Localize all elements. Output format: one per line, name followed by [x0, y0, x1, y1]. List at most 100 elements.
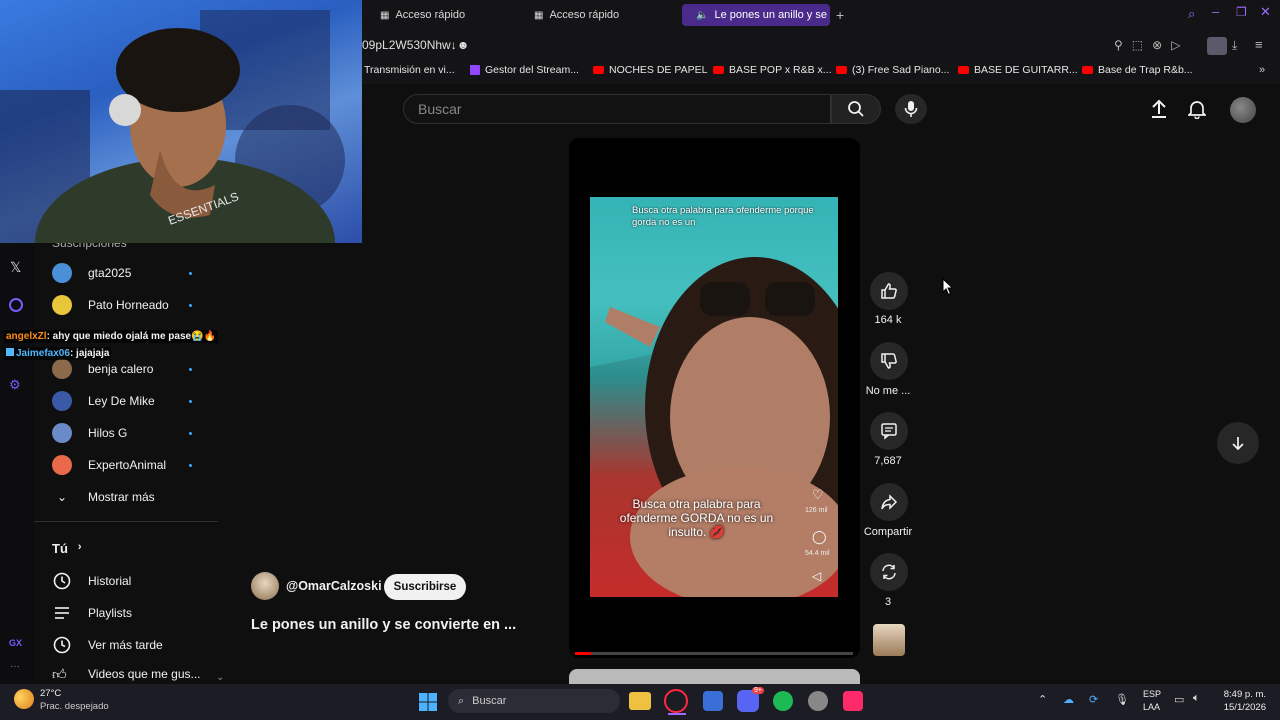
chat-username: Jaimefax06: [16, 348, 70, 359]
microphone-icon: [904, 101, 918, 117]
network-icon[interactable]: ▭: [1174, 693, 1184, 706]
clock-icon: [53, 636, 71, 654]
volume-icon[interactable]: 🔈︎: [1193, 692, 1200, 705]
sidebar-item-pato-horneado[interactable]: Pato Horneado: [52, 292, 169, 318]
cloud-icon[interactable]: ☁: [1063, 693, 1074, 706]
sidebar-item-liked-videos[interactable]: 👍︎ Videos que me gus...: [52, 664, 201, 684]
file-explorer-icon[interactable]: [629, 692, 651, 710]
you-section-heading[interactable]: Tú ›: [52, 541, 82, 556]
player-icon[interactable]: [9, 298, 23, 312]
channel-avatar[interactable]: [251, 572, 279, 600]
remix-button[interactable]: [870, 553, 908, 591]
next-short-preview[interactable]: [569, 669, 860, 684]
sync-icon[interactable]: ⟳: [1089, 693, 1098, 706]
bookmark-item[interactable]: (3) Free Sad Piano...: [836, 64, 949, 76]
sidebar-item-label: gta2025: [88, 266, 132, 280]
minimize-icon[interactable]: –: [1212, 4, 1219, 19]
chat-text: : jajajaja: [69, 348, 110, 359]
twitch-icon: [470, 65, 480, 75]
bookmark-item[interactable]: BASE POP x R&B x...: [713, 64, 832, 76]
gx-icon[interactable]: GX: [9, 638, 22, 648]
sidebar-item-experto-animal[interactable]: ExpertoAnimal: [52, 452, 166, 478]
channel-avatar: [52, 455, 72, 475]
spotify-icon[interactable]: [773, 691, 793, 711]
sidebar-item-gta2025[interactable]: gta2025: [52, 260, 131, 286]
show-more-button[interactable]: ⌄ Mostrar más: [52, 484, 155, 510]
play-icon[interactable]: ▷: [1171, 38, 1180, 52]
microphone-tray-icon[interactable]: 🎙︎: [1115, 693, 1129, 706]
menu-icon[interactable]: ≡: [1255, 37, 1263, 52]
new-content-dot: [189, 464, 192, 467]
settings-icon[interactable]: ⚙: [9, 377, 21, 393]
short-video-content[interactable]: Busca otra palabra para ofenderme porque…: [590, 197, 838, 597]
progress-track[interactable]: [575, 652, 853, 655]
tab-active-video[interactable]: 🔈 Le pones un anillo y se: [682, 4, 830, 26]
voice-search-button[interactable]: [895, 94, 927, 124]
chevron-right-icon[interactable]: »: [1259, 64, 1265, 76]
share-button[interactable]: [870, 483, 908, 521]
create-button[interactable]: [1150, 99, 1168, 124]
clock-time[interactable]: 8:49 p. m.: [1218, 689, 1266, 700]
adblock-icon[interactable]: ⊗: [1152, 38, 1162, 52]
sidebar-item-history[interactable]: Historial: [52, 568, 131, 594]
sidebar-item-ley-de-mike[interactable]: Ley De Mike: [52, 388, 155, 414]
sidebar-item-hilos-g[interactable]: Hilos G: [52, 420, 127, 446]
clock-date[interactable]: 15/1/2026: [1218, 702, 1266, 713]
chat-username: angelxZl: [6, 331, 47, 342]
like-button[interactable]: [870, 272, 908, 310]
remix-icon: [882, 564, 896, 580]
channel-avatar: [52, 391, 72, 411]
opera-gx-icon[interactable]: [664, 689, 688, 713]
bookmark-item[interactable]: NOCHES DE PAPEL: [593, 64, 707, 76]
account-avatar[interactable]: [1230, 97, 1256, 123]
notifications-button[interactable]: [1186, 99, 1208, 124]
url-text[interactable]: 09pL2W530Nhw↓☻: [362, 38, 469, 52]
thumbs-down-icon: [881, 353, 897, 369]
bookmark-item[interactable]: Transmisión en vi...: [364, 64, 455, 76]
chat-text: : ahy que miedo ojalá me pase😭🔥: [46, 331, 216, 342]
comments-button[interactable]: [870, 412, 908, 450]
channel-name[interactable]: @OmarCalzoski: [286, 579, 382, 593]
start-button[interactable]: [415, 689, 441, 715]
pin-icon[interactable]: ⚲: [1114, 38, 1123, 52]
search-input[interactable]: Buscar: [403, 94, 831, 124]
microsoft-store-icon[interactable]: [703, 691, 723, 711]
bookmark-item[interactable]: BASE DE GUITARR...: [958, 64, 1078, 76]
weather-temp[interactable]: 27°C: [40, 688, 61, 699]
dislike-button[interactable]: [870, 342, 908, 380]
maximize-icon[interactable]: ❐: [1236, 5, 1247, 19]
bookmark-item[interactable]: Base de Trap R&b...: [1082, 64, 1193, 76]
chevron-down-icon[interactable]: ⌄: [216, 672, 224, 683]
playlist-icon: [55, 607, 69, 619]
weather-description[interactable]: Prac. despejado: [40, 701, 109, 712]
x-twitter-icon[interactable]: 𝕏: [10, 259, 21, 276]
taskbar-search[interactable]: ⌕ Buscar: [448, 689, 620, 713]
download-icon[interactable]: ⤓: [1232, 38, 1237, 53]
profile-avatar[interactable]: [1207, 37, 1227, 55]
bookmark-item[interactable]: Gestor del Stream...: [470, 64, 579, 76]
bookmark-label: BASE DE GUITARR...: [974, 64, 1078, 76]
weather-icon[interactable]: [14, 689, 34, 709]
heart-icon: ♡: [812, 487, 824, 502]
next-short-button[interactable]: [1217, 422, 1259, 464]
close-icon[interactable]: ✕: [1260, 4, 1271, 20]
taskbar-search-label: Buscar: [472, 695, 507, 707]
new-content-dot: [189, 304, 192, 307]
tab-quick-access-1[interactable]: ▦ Acceso rápido: [372, 4, 473, 26]
tray-chevron-icon[interactable]: ⌃: [1038, 693, 1047, 706]
sidebar-item-playlists[interactable]: Playlists: [52, 600, 132, 626]
tiktok-icon[interactable]: [843, 691, 863, 711]
sidebar-item-watch-later[interactable]: Ver más tarde: [52, 632, 163, 658]
tab-label: Acceso rápido: [549, 9, 620, 21]
subscribe-button[interactable]: Suscribirse: [384, 574, 466, 600]
keyboard-layout[interactable]: LAA: [1143, 702, 1160, 712]
search-button[interactable]: [831, 94, 881, 124]
search-tabs-icon[interactable]: ⌕: [1188, 6, 1195, 22]
input-language[interactable]: ESP: [1143, 689, 1161, 699]
audio-thumbnail[interactable]: [873, 624, 905, 656]
tab-quick-access-2[interactable]: ▦ Acceso rápido: [526, 4, 627, 26]
more-icon[interactable]: ···: [10, 661, 20, 672]
obs-icon[interactable]: [808, 691, 828, 711]
snapshot-icon[interactable]: ⬚: [1132, 38, 1143, 52]
new-tab-icon[interactable]: +: [836, 7, 844, 23]
